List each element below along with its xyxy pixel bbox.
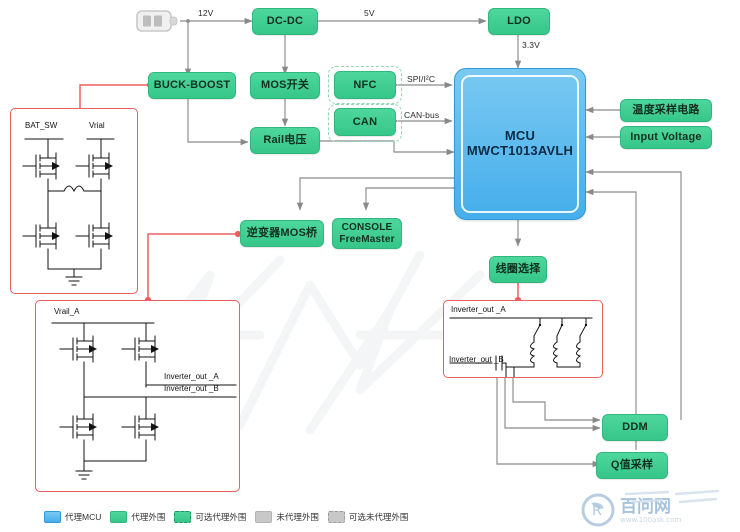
block-ddm[interactable]: DDM [602, 414, 668, 441]
net-label-vrail-a: Vrail_A [54, 307, 80, 316]
block-buck-boost[interactable]: BUCK-BOOST [148, 72, 236, 99]
net-label-inverter-out-b-coil: Inverter_out _B [449, 355, 504, 364]
legend-swatch-gray [255, 511, 273, 523]
block-coil-select[interactable]: 线圈选择 [489, 256, 547, 283]
legend-label-0: 代理MCU [65, 512, 102, 522]
legend-item-agent-mcu: 代理MCU [44, 511, 101, 523]
legend-label-2: 可选代理外围 [195, 512, 247, 522]
schematic-inverter-bridge: Vrail_A Inverter_out _A Inverter_out _B [35, 300, 240, 492]
legend-item-optional-non-agent-peripheral: 可选未代理外围 [327, 511, 409, 523]
block-input-voltage[interactable]: Input Voltage [620, 126, 712, 149]
legend-label-3: 未代理外围 [276, 512, 319, 522]
wire-label-12v: 12V [198, 8, 214, 18]
net-label-vrial: Vrial [89, 121, 105, 130]
legend-label-1: 代理外围 [131, 512, 166, 522]
block-console-freemaster[interactable]: CONSOLE FreeMaster [332, 218, 402, 249]
inverter-bridge-schematic-icon [51, 322, 237, 480]
legend-item-optional-agent-peripheral: 可选代理外围 [174, 511, 246, 523]
legend-swatch-gray-dashed [327, 511, 345, 523]
legend: 代理MCU 代理外围 可选代理外围 未代理外围 可选未代理外围 [44, 508, 408, 526]
buck-boost-schematic-icon [22, 138, 115, 286]
block-nfc[interactable]: NFC [334, 71, 396, 99]
legend-item-non-agent-peripheral: 未代理外围 [255, 511, 319, 523]
net-label-inverter-out-b-left: Inverter_out _B [164, 384, 219, 393]
block-can[interactable]: CAN [334, 108, 396, 136]
legend-swatch-mcu-blue [44, 511, 61, 523]
block-mcu[interactable]: MCU MWCT1013AVLH [454, 68, 586, 220]
schematic-buck-boost-bridge: BAT_SW Vrial [10, 108, 138, 294]
block-inverter-mos-bridge[interactable]: 逆变器MOS桥 [240, 220, 324, 247]
net-label-inverter-out-a-left: Inverter_out _A [164, 372, 219, 381]
mcu-label: MCU MWCT1013AVLH [466, 128, 574, 158]
block-temperature-sampling[interactable]: 温度采样电路 [620, 99, 712, 122]
wire-label-spi-i2c: SPI/I²C [407, 74, 436, 84]
wire-label-5v: 5V [364, 8, 375, 18]
net-label-bat-sw: BAT_SW [25, 121, 58, 130]
wire-label-3v3: 3.3V [522, 40, 540, 50]
block-mos-switch[interactable]: MOS开关 [250, 72, 320, 99]
net-label-inverter-out-a-coil: Inverter_out _A [451, 305, 506, 314]
legend-swatch-green-dashed [174, 511, 192, 523]
legend-label-4: 可选未代理外围 [348, 512, 409, 522]
wire-label-can-bus: CAN-bus [404, 110, 440, 120]
legend-item-agent-peripheral: 代理外围 [110, 511, 165, 523]
block-q-sampling[interactable]: Q值采样 [596, 452, 668, 479]
legend-swatch-green [110, 511, 128, 523]
schematic-coil-array: Inverter_out _A Inverter_out _B [443, 300, 603, 378]
block-rail-voltage[interactable]: Rail电压 [250, 127, 320, 154]
block-ldo[interactable]: LDO [488, 8, 550, 35]
block-dc-dc[interactable]: DC-DC [252, 8, 318, 35]
diagram-canvas: R 百问网 www.100ask.com DC-DC LDO BUCK-BOOS… [0, 0, 740, 532]
